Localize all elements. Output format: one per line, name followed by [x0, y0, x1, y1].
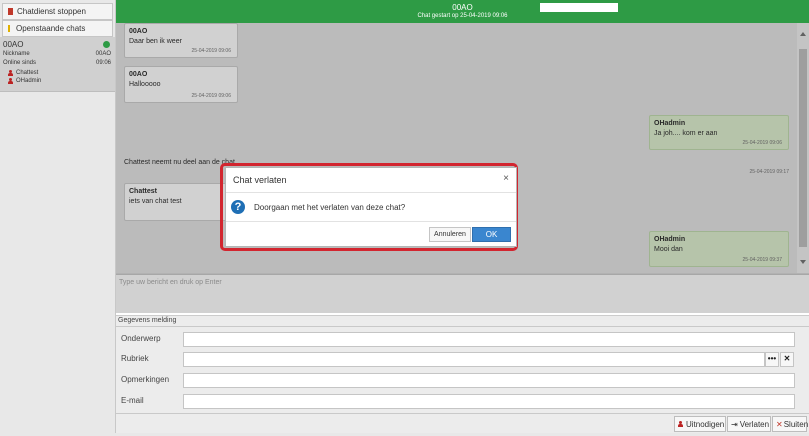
open-chats-button[interactable]: Openstaande chats: [2, 20, 113, 37]
invite-button[interactable]: Uitnodigen: [674, 416, 726, 432]
action-bar: Uitnodigen ⇥ Verlaten ✕ Sluiten: [116, 413, 809, 434]
chat-session-item[interactable]: 00AO Nickname 00AO Online sinds 09:06 Ch…: [0, 37, 115, 92]
dialog-divider: [226, 192, 516, 193]
warning-icon: [8, 25, 10, 32]
online-since-row: Online sinds 09:06: [3, 60, 111, 66]
more-options-button[interactable]: •••: [765, 352, 779, 367]
chat-title: 00AO: [452, 3, 473, 12]
subject-field[interactable]: [183, 332, 795, 347]
online-since-label: Online sinds: [3, 60, 37, 66]
subject-label: Onderwerp: [121, 334, 161, 343]
close-button[interactable]: ✕ Sluiten: [772, 416, 809, 432]
open-chats-label: Openstaande chats: [16, 24, 86, 33]
stop-chat-service-label: Chatdienst stoppen: [17, 7, 86, 16]
leave-chat-dialog: Chat verlaten × ? Doorgaan met het verla…: [225, 167, 517, 247]
close-label: Sluiten: [783, 419, 809, 429]
nickname-row: Nickname 00AO: [3, 51, 111, 57]
dialog-divider: [226, 221, 516, 222]
redacted-block: [540, 3, 618, 12]
question-icon: ?: [231, 200, 245, 214]
leave-label: Verlaten: [739, 419, 770, 429]
email-field[interactable]: [183, 394, 795, 409]
cancel-button[interactable]: Annuleren: [429, 227, 471, 242]
user-icon: [8, 70, 13, 76]
report-details-form: Gegevens melding Onderwerp Rubriek ••• ✕…: [116, 315, 809, 413]
participant-item: Chattest: [8, 70, 38, 76]
dialog-close-icon[interactable]: ×: [503, 173, 509, 184]
category-field[interactable]: [183, 352, 765, 367]
ok-button[interactable]: OK: [472, 227, 511, 242]
participant-name: OHadmin: [16, 78, 42, 84]
form-divider: [116, 326, 809, 327]
nickname-label: Nickname: [3, 51, 30, 57]
user-icon: [8, 78, 13, 84]
nickname-value: 00AO: [95, 51, 111, 57]
session-name: 00AO: [3, 40, 24, 49]
remarks-field[interactable]: [183, 373, 795, 388]
invite-label: Uitnodigen: [686, 419, 725, 429]
dialog-title: Chat verlaten: [233, 175, 287, 185]
participant-name: Chattest: [16, 70, 39, 76]
online-status-icon: [103, 41, 110, 48]
online-since-value: 09:06: [95, 60, 111, 66]
user-icon: [678, 421, 683, 427]
sidebar: Chatdienst stoppen Openstaande chats 00A…: [0, 0, 116, 436]
leave-button[interactable]: ⇥ Verlaten: [727, 416, 771, 432]
chat-start-subtitle: Chat gestart op 25-04-2019 09:06: [417, 13, 508, 19]
category-label: Rubriek: [121, 354, 149, 363]
chat-header: 00AO Chat gestart op 25-04-2019 09:06: [116, 0, 809, 23]
close-icon: ✕: [776, 419, 783, 429]
dialog-question: Doorgaan met het verlaten van deze chat?: [254, 203, 406, 212]
stop-chat-service-button[interactable]: Chatdienst stoppen: [2, 3, 113, 20]
sign-out-icon: ⇥: [731, 419, 738, 429]
form-legend: Gegevens melding: [118, 317, 177, 324]
clear-category-button[interactable]: ✕: [780, 352, 794, 367]
remarks-label: Opmerkingen: [121, 375, 170, 384]
participant-item: OHadmin: [8, 78, 41, 84]
stop-icon: [8, 8, 13, 15]
email-label: E-mail: [121, 396, 144, 405]
